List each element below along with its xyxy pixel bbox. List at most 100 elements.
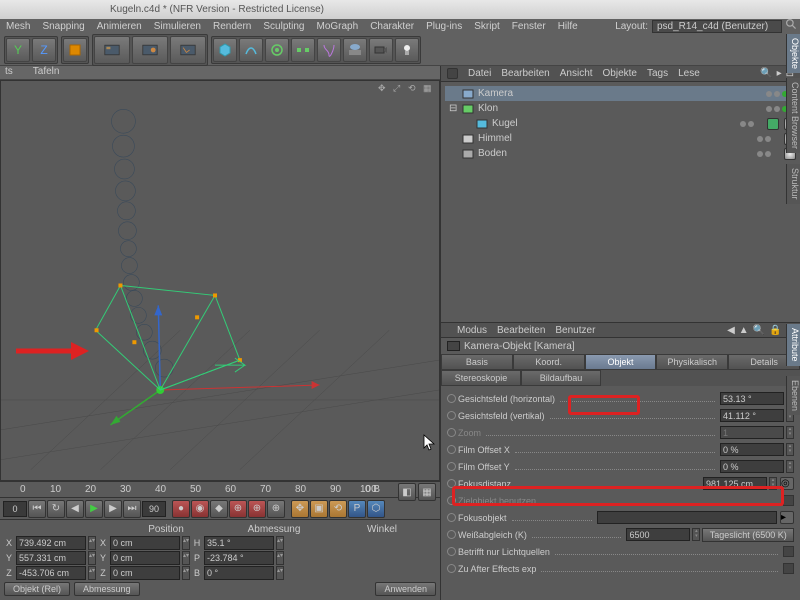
- menu-mesh[interactable]: Mesh: [6, 21, 30, 32]
- attr-menu-edit[interactable]: Bearbeiten: [497, 325, 545, 336]
- prop-Fokusobjekt-input[interactable]: [597, 511, 777, 524]
- repeat-button[interactable]: ↻: [47, 500, 65, 518]
- sidetab-attribute[interactable]: Attribute: [786, 324, 800, 366]
- prop-Film Offset X-input[interactable]: [720, 443, 784, 456]
- pos-X-input[interactable]: [16, 536, 86, 550]
- menu-simulieren[interactable]: Simulieren: [154, 21, 201, 32]
- menu-charakter[interactable]: Charakter: [370, 21, 414, 32]
- ang-P-input[interactable]: [204, 551, 274, 565]
- coord-mode-dropdown[interactable]: Objekt (Rel): [4, 582, 70, 596]
- attr-up-icon[interactable]: ▲: [739, 325, 749, 336]
- key-pos-button[interactable]: ⊕: [229, 500, 247, 518]
- anim-dot-icon[interactable]: [447, 530, 456, 539]
- prop-Gesichtsfeld (vertikal)-input[interactable]: [720, 409, 784, 422]
- render-settings-button[interactable]: [170, 36, 206, 64]
- menu-fenster[interactable]: Fenster: [512, 21, 546, 32]
- menu-rendern[interactable]: Rendern: [213, 21, 251, 32]
- environment-button[interactable]: [343, 38, 367, 62]
- prop-Film Offset Y-input[interactable]: [720, 460, 784, 473]
- autokey-button[interactable]: ◉: [191, 500, 209, 518]
- render-region-button[interactable]: [132, 36, 168, 64]
- 3d-viewport[interactable]: ✥ ⤢ ⟲ ▦: [0, 80, 440, 481]
- tree-item-himmel[interactable]: Himmel: [445, 131, 796, 146]
- prop-Fokusobjekt-pick[interactable]: ▸: [780, 511, 794, 524]
- anim-dot-icon[interactable]: [447, 513, 456, 522]
- tab-bildaufbau[interactable]: Bildaufbau: [521, 370, 601, 386]
- obj-menu-objects[interactable]: Objekte: [603, 68, 637, 79]
- param-tool-button[interactable]: P: [348, 500, 366, 518]
- attr-menu-mode[interactable]: Modus: [457, 325, 487, 336]
- move-tool-button[interactable]: ✥: [291, 500, 309, 518]
- pos-Y-input[interactable]: [16, 551, 86, 565]
- anim-dot-icon[interactable]: [447, 445, 456, 454]
- key-scale-button[interactable]: ⊕: [267, 500, 285, 518]
- prop-Gesichtsfeld (horizontal)-input[interactable]: [720, 392, 784, 405]
- light-button[interactable]: [395, 38, 419, 62]
- menu-plugins[interactable]: Plug-ins: [426, 21, 462, 32]
- menu-hilfe[interactable]: Hilfe: [558, 21, 578, 32]
- play-button[interactable]: ▶: [85, 500, 103, 518]
- obj-menu-view[interactable]: Ansicht: [560, 68, 593, 79]
- menu-animieren[interactable]: Animieren: [97, 21, 142, 32]
- attr-lock-icon[interactable]: 🔒: [769, 325, 781, 336]
- prop-Weißabgleich (K)-input[interactable]: [626, 528, 690, 541]
- next-frame-button[interactable]: ▶: [104, 500, 122, 518]
- tree-item-klon[interactable]: ⊟ Klon: [445, 101, 796, 116]
- generator-button[interactable]: [291, 38, 315, 62]
- render-view-button[interactable]: [94, 36, 130, 64]
- cube-icon[interactable]: [63, 38, 87, 62]
- tab-physikalisch[interactable]: Physikalisch: [656, 354, 728, 370]
- prop-Betrifft nur Lichtquellen-check[interactable]: [783, 546, 794, 557]
- sidetab-objekte[interactable]: Objekte: [786, 34, 800, 73]
- obj-search-icon[interactable]: 🔍: [760, 68, 772, 79]
- obj-view-icon[interactable]: ▸: [777, 68, 782, 79]
- anim-dot-icon[interactable]: [447, 547, 456, 556]
- spline-pen-button[interactable]: [239, 38, 263, 62]
- ang-B-input[interactable]: [204, 566, 274, 580]
- primitive-cube-button[interactable]: [213, 38, 237, 62]
- frame-start-input[interactable]: [3, 501, 27, 517]
- sidetab-struktur[interactable]: Struktur: [786, 164, 800, 204]
- pos-Z-input[interactable]: [16, 566, 86, 580]
- camera-button[interactable]: [369, 38, 393, 62]
- prop-Weißabgleich (K)-preset[interactable]: Tageslicht (6500 K): [702, 528, 794, 542]
- axis-y-button[interactable]: Y: [6, 38, 30, 62]
- record-button[interactable]: ●: [172, 500, 190, 518]
- frame-end-input[interactable]: [142, 501, 166, 517]
- goto-start-button[interactable]: ⏮: [28, 500, 46, 518]
- coord-dim-dropdown[interactable]: Abmessung: [74, 582, 140, 596]
- rotate-tool-button[interactable]: ⟲: [329, 500, 347, 518]
- attr-menu-user[interactable]: Benutzer: [555, 325, 595, 336]
- dim-X-input[interactable]: [110, 536, 180, 550]
- tree-item-kugel[interactable]: Kugel: [445, 116, 796, 131]
- ruler-btn2[interactable]: ▦: [418, 483, 436, 501]
- obj-menu-tags[interactable]: Tags: [647, 68, 668, 79]
- anim-dot-icon[interactable]: [447, 496, 456, 505]
- prev-frame-button[interactable]: ◀: [66, 500, 84, 518]
- deformer-button[interactable]: [317, 38, 341, 62]
- attr-search-icon[interactable]: 🔍: [753, 325, 765, 336]
- ruler-btn1[interactable]: ◧: [398, 483, 416, 501]
- obj-menu-edit[interactable]: Bearbeiten: [501, 68, 549, 79]
- prop-Zielobjekt benutzen-check[interactable]: [783, 495, 794, 506]
- dim-Z-input[interactable]: [110, 566, 180, 580]
- obj-menu-file[interactable]: Datei: [468, 68, 491, 79]
- axis-z-button[interactable]: Z: [32, 38, 56, 62]
- tab-objekt[interactable]: Objekt: [585, 354, 657, 370]
- goto-end-button[interactable]: ⏭: [123, 500, 141, 518]
- tree-item-kamera[interactable]: Kamera: [445, 86, 796, 101]
- tree-item-boden[interactable]: Boden: [445, 146, 796, 161]
- anim-dot-icon[interactable]: [447, 428, 456, 437]
- timeline-ruler[interactable]: 01020 304050 607080 90100 0 B ◧ ▦: [0, 481, 440, 497]
- coord-apply-button[interactable]: Anwenden: [375, 582, 436, 596]
- menu-sculpting[interactable]: Sculpting: [263, 21, 304, 32]
- tab-basis[interactable]: Basis: [441, 354, 513, 370]
- obj-eye-icon[interactable]: [447, 68, 458, 79]
- layout-dropdown[interactable]: [652, 20, 782, 33]
- search-icon[interactable]: [785, 18, 798, 31]
- attr-back-icon[interactable]: ◀: [727, 325, 735, 336]
- prop-Zu After Effects exp-check[interactable]: [783, 563, 794, 574]
- menu-snapping[interactable]: Snapping: [42, 21, 84, 32]
- object-tree[interactable]: Kamera ⊟ Klon Kugel Himmel Boden: [441, 82, 800, 322]
- nurbs-button[interactable]: [265, 38, 289, 62]
